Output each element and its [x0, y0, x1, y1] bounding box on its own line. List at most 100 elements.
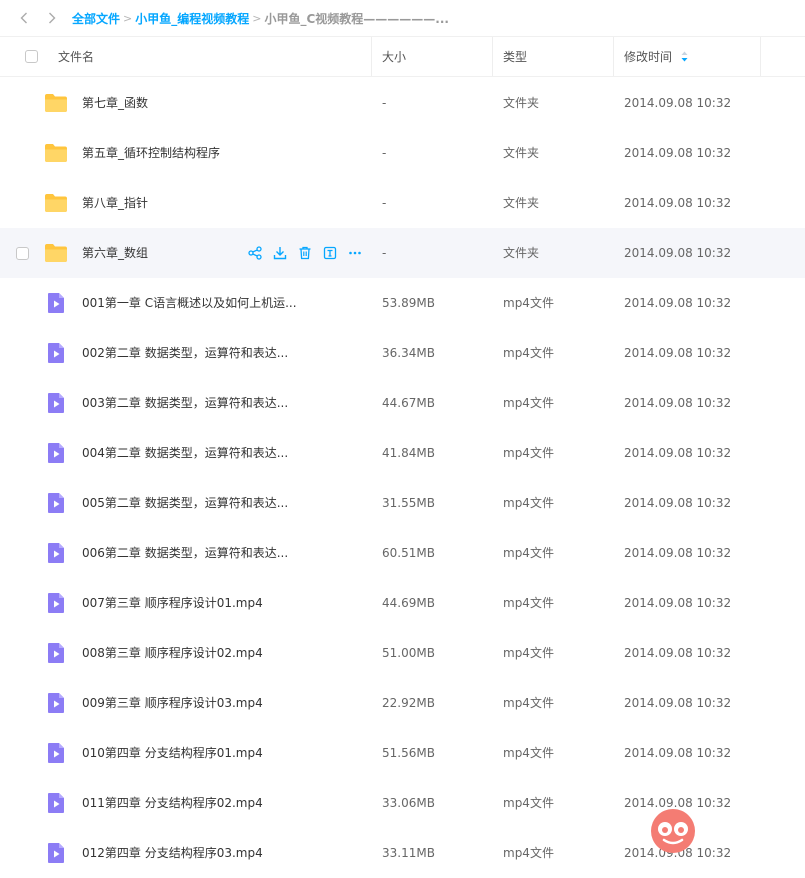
file-size: - [382, 196, 387, 210]
table-row[interactable]: 002第二章 数据类型，运算符和表达... 36.34MB mp4文件 2014.09… [0, 328, 805, 378]
breadcrumb-separator: > [123, 11, 133, 25]
column-header-name[interactable]: 文件名 [58, 37, 94, 76]
rename-icon [323, 246, 337, 260]
select-all-cell [25, 37, 38, 76]
video-file-icon [44, 691, 68, 715]
file-size: - [382, 96, 387, 110]
file-name[interactable]: 第八章_指针 [82, 178, 148, 228]
back-button[interactable] [16, 10, 32, 26]
table-row[interactable]: 010第四章 分支结构程序01.mp4 51.56MB mp4文件 2014.09.0… [0, 728, 805, 778]
delete-button[interactable] [296, 244, 314, 262]
delete-icon [298, 246, 312, 260]
file-name[interactable]: 007第三章 顺序程序设计01.mp4 [82, 578, 263, 628]
file-modified-date: 2014.09.08 10:32 [624, 646, 732, 660]
table-row[interactable]: 001第一章 C语言概述以及如何上机运... 53.89MB mp4文件 2014.0… [0, 278, 805, 328]
breadcrumb: 全部文件 > 小甲鱼_编程视频教程 > 小甲鱼_C视频教程——————... [72, 0, 449, 36]
file-modified-date: 2014.09.08 10:32 [624, 346, 732, 360]
file-size: 36.34MB [382, 346, 435, 360]
file-table-header: 文件名 大小 类型 修改时间 [0, 36, 805, 77]
file-type: mp4文件 [503, 696, 554, 710]
file-name[interactable]: 006第二章 数据类型，运算符和表达... [82, 528, 288, 578]
file-type: 文件夹 [503, 196, 540, 210]
video-file-icon [44, 341, 68, 365]
share-icon [248, 246, 262, 260]
video-file-icon [44, 741, 68, 765]
video-file-icon [44, 791, 68, 815]
column-header-type[interactable]: 类型 [503, 37, 527, 76]
column-header-size[interactable]: 大小 [382, 37, 406, 76]
breadcrumb-item-tutorials[interactable]: 小甲鱼_编程视频教程 [135, 10, 249, 27]
table-row[interactable]: 007第三章 顺序程序设计01.mp4 44.69MB mp4文件 2014.09.0… [0, 578, 805, 628]
table-row[interactable]: 第五章_循环控制结构程序 - 文件夹 2014.09.08 10:32 [0, 128, 805, 178]
file-name[interactable]: 003第二章 数据类型，运算符和表达... [82, 378, 288, 428]
file-modified-date: 2014.09.08 10:32 [624, 746, 732, 760]
table-row[interactable]: 第八章_指针 - 文件夹 2014.09.08 10:32 [0, 178, 805, 228]
file-name[interactable]: 001第一章 C语言概述以及如何上机运... [82, 278, 297, 328]
file-modified-date: 2014.09.08 10:32 [624, 696, 732, 710]
file-size: 31.55MB [382, 496, 435, 510]
table-row[interactable]: 009第三章 顺序程序设计03.mp4 22.92MB mp4文件 2014.09.0… [0, 678, 805, 728]
file-name[interactable]: 第六章_数组 [82, 228, 148, 278]
column-divider [371, 37, 372, 76]
file-name[interactable]: 011第四章 分支结构程序02.mp4 [82, 778, 263, 828]
breadcrumb-item-all-files[interactable]: 全部文件 [72, 10, 120, 27]
column-divider [613, 37, 614, 76]
file-modified-date: 2014.09.08 10:32 [624, 146, 732, 160]
table-row[interactable]: 005第二章 数据类型，运算符和表达... 31.55MB mp4文件 2014.09… [0, 478, 805, 528]
video-file-icon [44, 291, 68, 315]
table-row[interactable]: 008第三章 顺序程序设计02.mp4 51.00MB mp4文件 2014.09.0… [0, 628, 805, 678]
file-type: 文件夹 [503, 246, 540, 260]
column-header-modified-label: 修改时间 [624, 50, 673, 64]
more-button[interactable] [346, 244, 364, 262]
breadcrumb-current: 小甲鱼_C视频教程——————... [264, 11, 449, 26]
file-type: mp4文件 [503, 846, 554, 860]
file-type: mp4文件 [503, 546, 554, 560]
file-modified-date: 2014.09.08 10:32 [624, 446, 732, 460]
column-header-modified[interactable]: 修改时间 [624, 37, 688, 76]
file-name[interactable]: 第七章_函数 [82, 78, 148, 128]
file-name[interactable]: 010第四章 分支结构程序01.mp4 [82, 728, 263, 778]
video-file-icon [44, 491, 68, 515]
file-name[interactable]: 012第四章 分支结构程序03.mp4 [82, 828, 263, 878]
select-all-checkbox[interactable] [25, 50, 38, 63]
file-modified-date: 2014.09.08 10:32 [624, 296, 732, 310]
video-file-icon [44, 541, 68, 565]
table-row[interactable]: 第六章_数组 - 文件夹 2014.09.08 10:32 [0, 228, 805, 278]
file-name[interactable]: 005第二章 数据类型，运算符和表达... [82, 478, 288, 528]
rename-button[interactable] [321, 244, 339, 262]
chevron-left-icon [20, 12, 27, 24]
file-name[interactable]: 008第三章 顺序程序设计02.mp4 [82, 628, 263, 678]
file-name[interactable]: 第五章_循环控制结构程序 [82, 128, 220, 178]
file-modified-date: 2014.09.08 10:32 [624, 96, 732, 110]
file-type: mp4文件 [503, 596, 554, 610]
share-button[interactable] [246, 244, 264, 262]
file-name[interactable]: 002第二章 数据类型，运算符和表达... [82, 328, 288, 378]
table-row[interactable]: 004第二章 数据类型，运算符和表达... 41.84MB mp4文件 2014.09… [0, 428, 805, 478]
column-divider [760, 37, 761, 76]
sort-icon [681, 51, 688, 62]
file-name[interactable]: 004第二章 数据类型，运算符和表达... [82, 428, 288, 478]
file-size: 44.69MB [382, 596, 435, 610]
file-type: mp4文件 [503, 746, 554, 760]
table-row[interactable]: 003第二章 数据类型，运算符和表达... 44.67MB mp4文件 2014.09… [0, 378, 805, 428]
forward-button[interactable] [44, 10, 60, 26]
file-type: 文件夹 [503, 96, 540, 110]
file-type: mp4文件 [503, 646, 554, 660]
file-name[interactable]: 009第三章 顺序程序设计03.mp4 [82, 678, 263, 728]
file-size: 33.11MB [382, 846, 435, 860]
file-modified-date: 2014.09.08 10:32 [624, 246, 732, 260]
breadcrumb-separator: > [252, 11, 262, 25]
folder-icon [44, 241, 68, 265]
file-size: 41.84MB [382, 446, 435, 460]
mascot-icon[interactable] [650, 808, 696, 854]
table-row[interactable]: 006第二章 数据类型，运算符和表达... 60.51MB mp4文件 2014.09… [0, 528, 805, 578]
file-modified-date: 2014.09.08 10:32 [624, 196, 732, 210]
file-size: 60.51MB [382, 546, 435, 560]
table-row[interactable]: 第七章_函数 - 文件夹 2014.09.08 10:32 [0, 78, 805, 128]
file-size: 44.67MB [382, 396, 435, 410]
video-file-icon [44, 641, 68, 665]
row-checkbox[interactable] [16, 247, 29, 260]
file-size: 51.00MB [382, 646, 435, 660]
folder-icon [44, 91, 68, 115]
download-button[interactable] [271, 244, 289, 262]
